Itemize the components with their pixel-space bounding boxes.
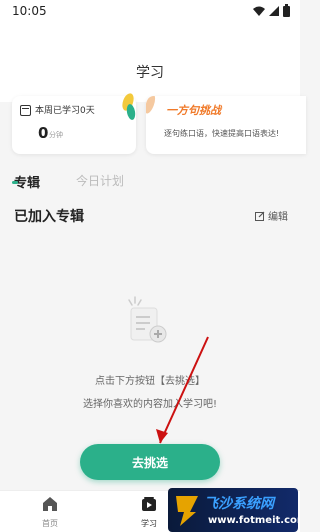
nav-item-study[interactable]: 学习 <box>129 496 169 529</box>
nav-label-study: 学习 <box>141 519 157 528</box>
section-title: 已加入专辑 <box>14 209 84 225</box>
leaf-icon <box>122 93 136 120</box>
challenge-description: 逐句练口语，快速提高口语表达! <box>164 129 280 138</box>
header: 学习 <box>0 22 300 102</box>
document-add-icon <box>128 296 167 343</box>
nav-label-home: 首页 <box>42 519 58 528</box>
calendar-icon <box>20 105 31 116</box>
challenge-title: 一方句挑战 <box>166 104 221 117</box>
tab-today-plan[interactable]: 今日计划 <box>76 172 124 191</box>
summary-cards: 本周已学习0天 0 分钟 一方句挑战 逐句练口语，快速提高口语表达! <box>0 93 306 158</box>
study-icon <box>142 497 156 511</box>
sentence-challenge-card[interactable]: 一方句挑战 逐句练口语，快速提高口语表达! <box>146 96 306 154</box>
weekly-study-card[interactable]: 本周已学习0天 0 分钟 <box>12 93 136 154</box>
watermark-url: www.fotmeit.com <box>208 515 298 526</box>
active-tab-indicator <box>12 181 18 184</box>
status-time: 10:05 <box>12 4 47 18</box>
watermark-title: 飞沙系统网 <box>204 496 274 512</box>
wifi-icon <box>253 6 265 16</box>
status-bar: 10:05 <box>0 0 300 22</box>
watermark-logo <box>176 496 198 526</box>
page-title: 学习 <box>136 65 164 81</box>
edit-label: 编辑 <box>268 212 288 223</box>
status-icons <box>253 3 290 17</box>
watermark: 飞沙系统网 www.fotmeit.com <box>168 488 298 532</box>
weekly-study-label: 本周已学习0天 <box>35 106 95 116</box>
signal-icon <box>269 6 279 16</box>
leaf-icon <box>146 96 156 114</box>
empty-state-hint-2: 选择你喜欢的内容加入学习吧! <box>82 399 217 410</box>
nav-item-home[interactable]: 首页 <box>30 496 70 529</box>
album-section: 专辑 今日计划 已加入专辑 编辑 点击下方按钮【去挑选】 选择你喜欢的内容加入学… <box>0 160 300 490</box>
go-select-button[interactable]: 去挑选 <box>80 444 220 480</box>
edit-icon <box>255 211 265 221</box>
empty-state-hint-1: 点击下方按钮【去挑选】 <box>95 376 205 387</box>
edit-button[interactable]: 编辑 <box>255 208 288 223</box>
home-icon <box>43 497 57 511</box>
study-minutes-unit: 分钟 <box>49 131 63 139</box>
battery-icon <box>283 3 290 17</box>
tab-bar: 专辑 今日计划 <box>14 172 124 191</box>
study-minutes-value: 0 <box>38 124 49 142</box>
